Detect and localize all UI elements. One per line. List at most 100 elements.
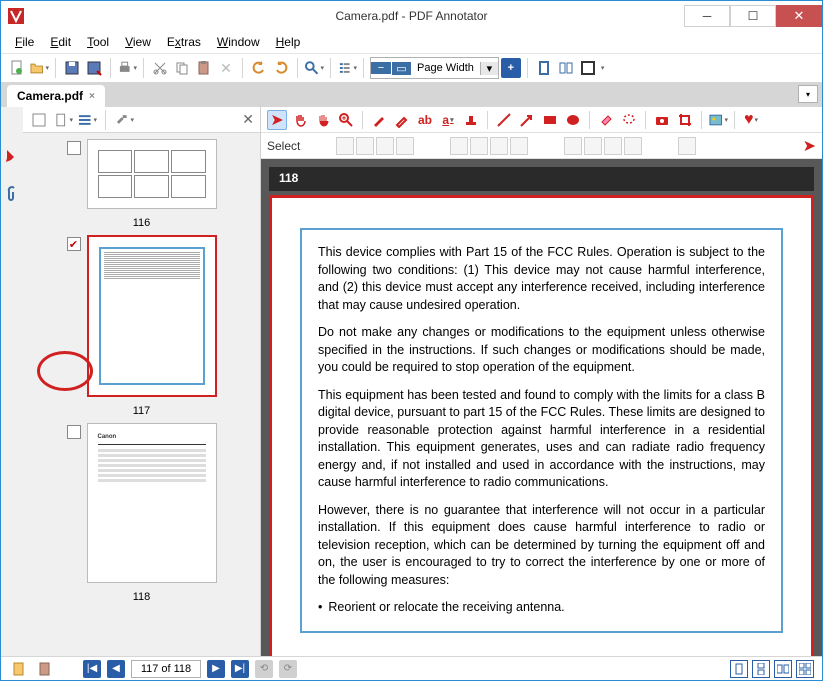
group-icon[interactable] bbox=[336, 137, 354, 155]
first-page-button[interactable]: |◀ bbox=[83, 660, 101, 678]
eraser-tool[interactable] bbox=[596, 110, 616, 130]
last-page-button[interactable]: ▶| bbox=[231, 660, 249, 678]
prev-page-button[interactable]: ◀ bbox=[107, 660, 125, 678]
two-page-button[interactable] bbox=[556, 58, 576, 78]
menu-help[interactable]: Help bbox=[270, 33, 307, 51]
new-button[interactable] bbox=[7, 58, 27, 78]
crop-tool[interactable] bbox=[675, 110, 695, 130]
menu-edit[interactable]: Edit bbox=[44, 33, 77, 51]
thumbnail-checkbox[interactable] bbox=[67, 141, 81, 155]
close-button[interactable]: ✕ bbox=[776, 5, 822, 27]
back-icon[interactable] bbox=[470, 137, 488, 155]
find-button[interactable]: ▾ bbox=[304, 58, 324, 78]
document-viewer[interactable]: 118 This device complies with Part 15 of… bbox=[261, 159, 822, 656]
marker-tool[interactable] bbox=[392, 110, 412, 130]
sidebar-close-button[interactable]: ✕ bbox=[242, 111, 254, 128]
align-left-icon[interactable] bbox=[624, 137, 642, 155]
view-continuous-button[interactable] bbox=[752, 660, 770, 678]
page-input[interactable] bbox=[131, 660, 201, 678]
paragraph: Do not make any changes or modifications… bbox=[318, 324, 765, 377]
thumbnail-117[interactable] bbox=[87, 235, 217, 397]
menu-window[interactable]: Window bbox=[211, 33, 266, 51]
sidebar-checkbox-button[interactable] bbox=[29, 110, 49, 130]
menu-tool[interactable]: Tool bbox=[81, 33, 115, 51]
ellipse-tool[interactable] bbox=[563, 110, 583, 130]
status-doc-icon[interactable] bbox=[9, 659, 29, 679]
sidebar-list-button[interactable]: ▾ bbox=[77, 110, 97, 130]
misc-icon[interactable] bbox=[678, 137, 696, 155]
unlock-icon[interactable] bbox=[396, 137, 414, 155]
zoom-in-button[interactable]: + bbox=[501, 58, 521, 78]
image-tool[interactable]: ▾ bbox=[708, 110, 728, 130]
zoom-tool[interactable] bbox=[336, 110, 356, 130]
app-icon bbox=[1, 1, 31, 31]
cut-button[interactable] bbox=[150, 58, 170, 78]
status-clipboard-icon[interactable] bbox=[35, 659, 55, 679]
align-bot-icon[interactable] bbox=[604, 137, 622, 155]
forward-icon[interactable] bbox=[490, 137, 508, 155]
fit-page-icon[interactable]: ▭ bbox=[391, 62, 411, 75]
save-button[interactable] bbox=[62, 58, 82, 78]
menu-file[interactable]: File bbox=[9, 33, 40, 51]
align-mid-icon[interactable] bbox=[584, 137, 602, 155]
save-as-button[interactable] bbox=[84, 58, 104, 78]
maximize-button[interactable]: ☐ bbox=[730, 5, 776, 27]
nav-back-button[interactable]: ⟲ bbox=[255, 660, 273, 678]
view-grid-button[interactable] bbox=[796, 660, 814, 678]
paragraph: However, there is no guarantee that inte… bbox=[318, 502, 765, 590]
pan-tool[interactable] bbox=[290, 110, 310, 130]
thumbnail-116[interactable] bbox=[87, 139, 217, 209]
arrow-tool[interactable] bbox=[517, 110, 537, 130]
nav-fwd-button[interactable]: ⟳ bbox=[279, 660, 297, 678]
ungroup-icon[interactable] bbox=[356, 137, 374, 155]
zoom-dropdown[interactable]: ▾ bbox=[480, 62, 498, 75]
thumbnail-checkbox[interactable]: ✔ bbox=[67, 237, 81, 251]
view-two-button[interactable] bbox=[774, 660, 792, 678]
thumbnail-list[interactable]: 116 ✔ 117 Canon bbox=[23, 133, 260, 656]
front-icon[interactable] bbox=[450, 137, 468, 155]
view-single-button[interactable] bbox=[730, 660, 748, 678]
single-page-button[interactable] bbox=[534, 58, 554, 78]
favorites-tool[interactable]: ♥▾ bbox=[741, 110, 761, 130]
zoom-control[interactable]: − ▭ Page Width ▾ bbox=[370, 57, 499, 79]
tab-close-icon[interactable]: × bbox=[89, 91, 95, 102]
zoom-out-button[interactable]: − bbox=[371, 62, 391, 74]
annotations-side-tab[interactable] bbox=[3, 147, 21, 165]
snapshot-tool[interactable] bbox=[652, 110, 672, 130]
thumbnail-118[interactable]: Canon bbox=[87, 423, 217, 583]
lasso-tool[interactable] bbox=[619, 110, 639, 130]
sidebar-page-button[interactable]: ▾ bbox=[53, 110, 73, 130]
sidebar-settings-button[interactable]: ▾ bbox=[114, 110, 134, 130]
sidebar-toolbar: ▾ ▾ ▾ ✕ bbox=[23, 107, 260, 133]
bullet-item: •Reorient or relocate the receiving ante… bbox=[318, 599, 765, 617]
menu-view[interactable]: View bbox=[119, 33, 157, 51]
delete-button[interactable]: ✕ bbox=[216, 58, 236, 78]
pen-tool[interactable] bbox=[369, 110, 389, 130]
attachments-side-tab[interactable] bbox=[3, 185, 21, 203]
pointer-tool[interactable]: ➤ bbox=[267, 110, 287, 130]
stamp-tool[interactable] bbox=[461, 110, 481, 130]
line-tool[interactable] bbox=[494, 110, 514, 130]
align-top-icon[interactable] bbox=[564, 137, 582, 155]
bookmarks-button[interactable]: ▾ bbox=[337, 58, 357, 78]
print-button[interactable]: ▾ bbox=[117, 58, 137, 78]
hand-tool[interactable] bbox=[313, 110, 333, 130]
document-tab[interactable]: Camera.pdf × bbox=[7, 85, 105, 107]
fullscreen-button[interactable] bbox=[578, 58, 598, 78]
minimize-button[interactable]: ─ bbox=[684, 5, 730, 27]
open-button[interactable]: ▾ bbox=[29, 58, 49, 78]
backward-icon[interactable] bbox=[510, 137, 528, 155]
undo-button[interactable] bbox=[249, 58, 269, 78]
paste-button[interactable] bbox=[194, 58, 214, 78]
menu-extras[interactable]: Extras bbox=[161, 33, 207, 51]
copy-button[interactable] bbox=[172, 58, 192, 78]
underline-tool[interactable]: a▾ bbox=[438, 110, 458, 130]
misc-group bbox=[678, 137, 696, 155]
rectangle-tool[interactable] bbox=[540, 110, 560, 130]
tab-menu-button[interactable]: ▾ bbox=[798, 85, 818, 103]
thumbnail-checkbox[interactable] bbox=[67, 425, 81, 439]
lock-icon[interactable] bbox=[376, 137, 394, 155]
redo-button[interactable] bbox=[271, 58, 291, 78]
next-page-button[interactable]: ▶ bbox=[207, 660, 225, 678]
text-tool[interactable]: ab bbox=[415, 110, 435, 130]
